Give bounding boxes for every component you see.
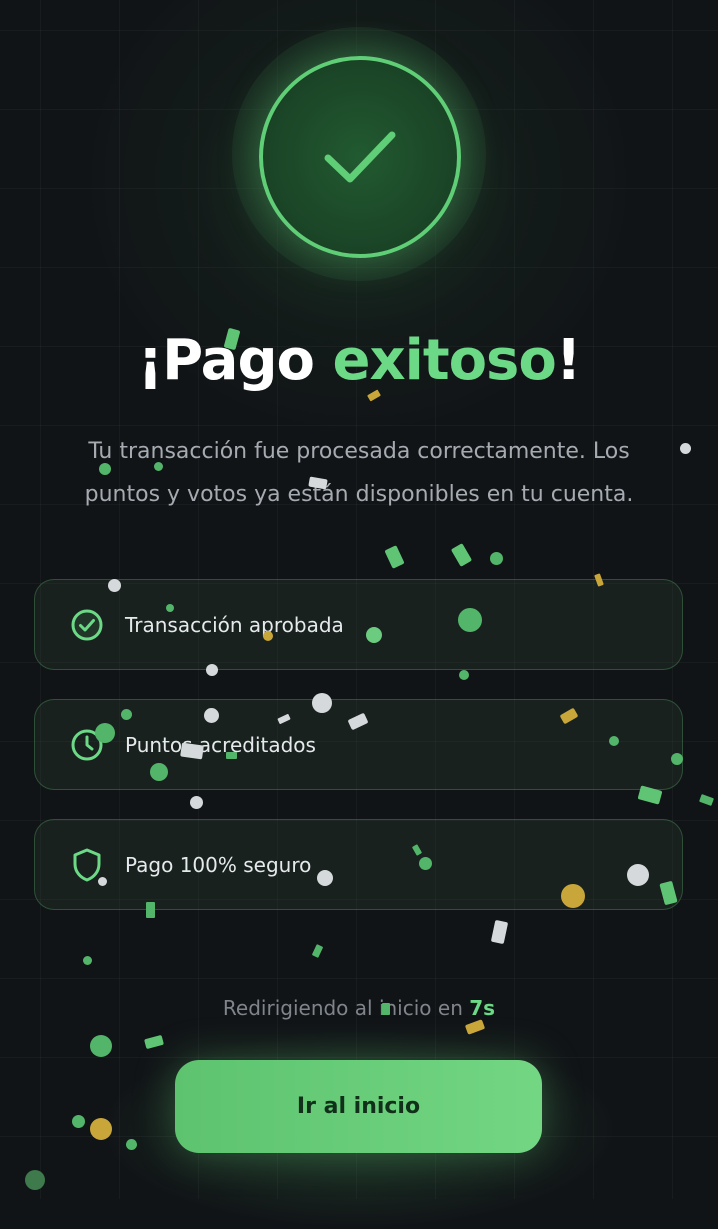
redirect-text: Redirigiendo al inicio en xyxy=(222,996,470,1020)
status-label: Pago 100% seguro xyxy=(125,852,312,877)
clock-icon xyxy=(69,727,105,763)
success-check-icon xyxy=(259,56,461,258)
go-home-button[interactable]: Ir al inicio xyxy=(175,1060,542,1153)
status-label: Transacción aprobada xyxy=(125,612,344,637)
title-prefix: ¡Pago xyxy=(137,328,333,393)
redirect-countdown: Redirigiendo al inicio en 7s xyxy=(0,996,718,1020)
status-card-points: Puntos acreditados xyxy=(34,699,683,790)
checkmark-icon xyxy=(324,131,396,183)
title-suffix: ! xyxy=(555,328,582,393)
status-label: Puntos acreditados xyxy=(125,732,316,757)
status-card-secure: Pago 100% seguro xyxy=(34,819,683,910)
countdown-value: 7s xyxy=(469,996,496,1020)
shield-icon xyxy=(69,847,105,883)
success-message: Tu transacción fue procesada correctamen… xyxy=(84,439,634,507)
status-card-approved: Transacción aprobada xyxy=(34,579,683,670)
page-title: ¡Pago exitoso! xyxy=(0,328,718,393)
check-circle-icon xyxy=(69,607,105,643)
title-accent: exitoso xyxy=(332,328,557,393)
